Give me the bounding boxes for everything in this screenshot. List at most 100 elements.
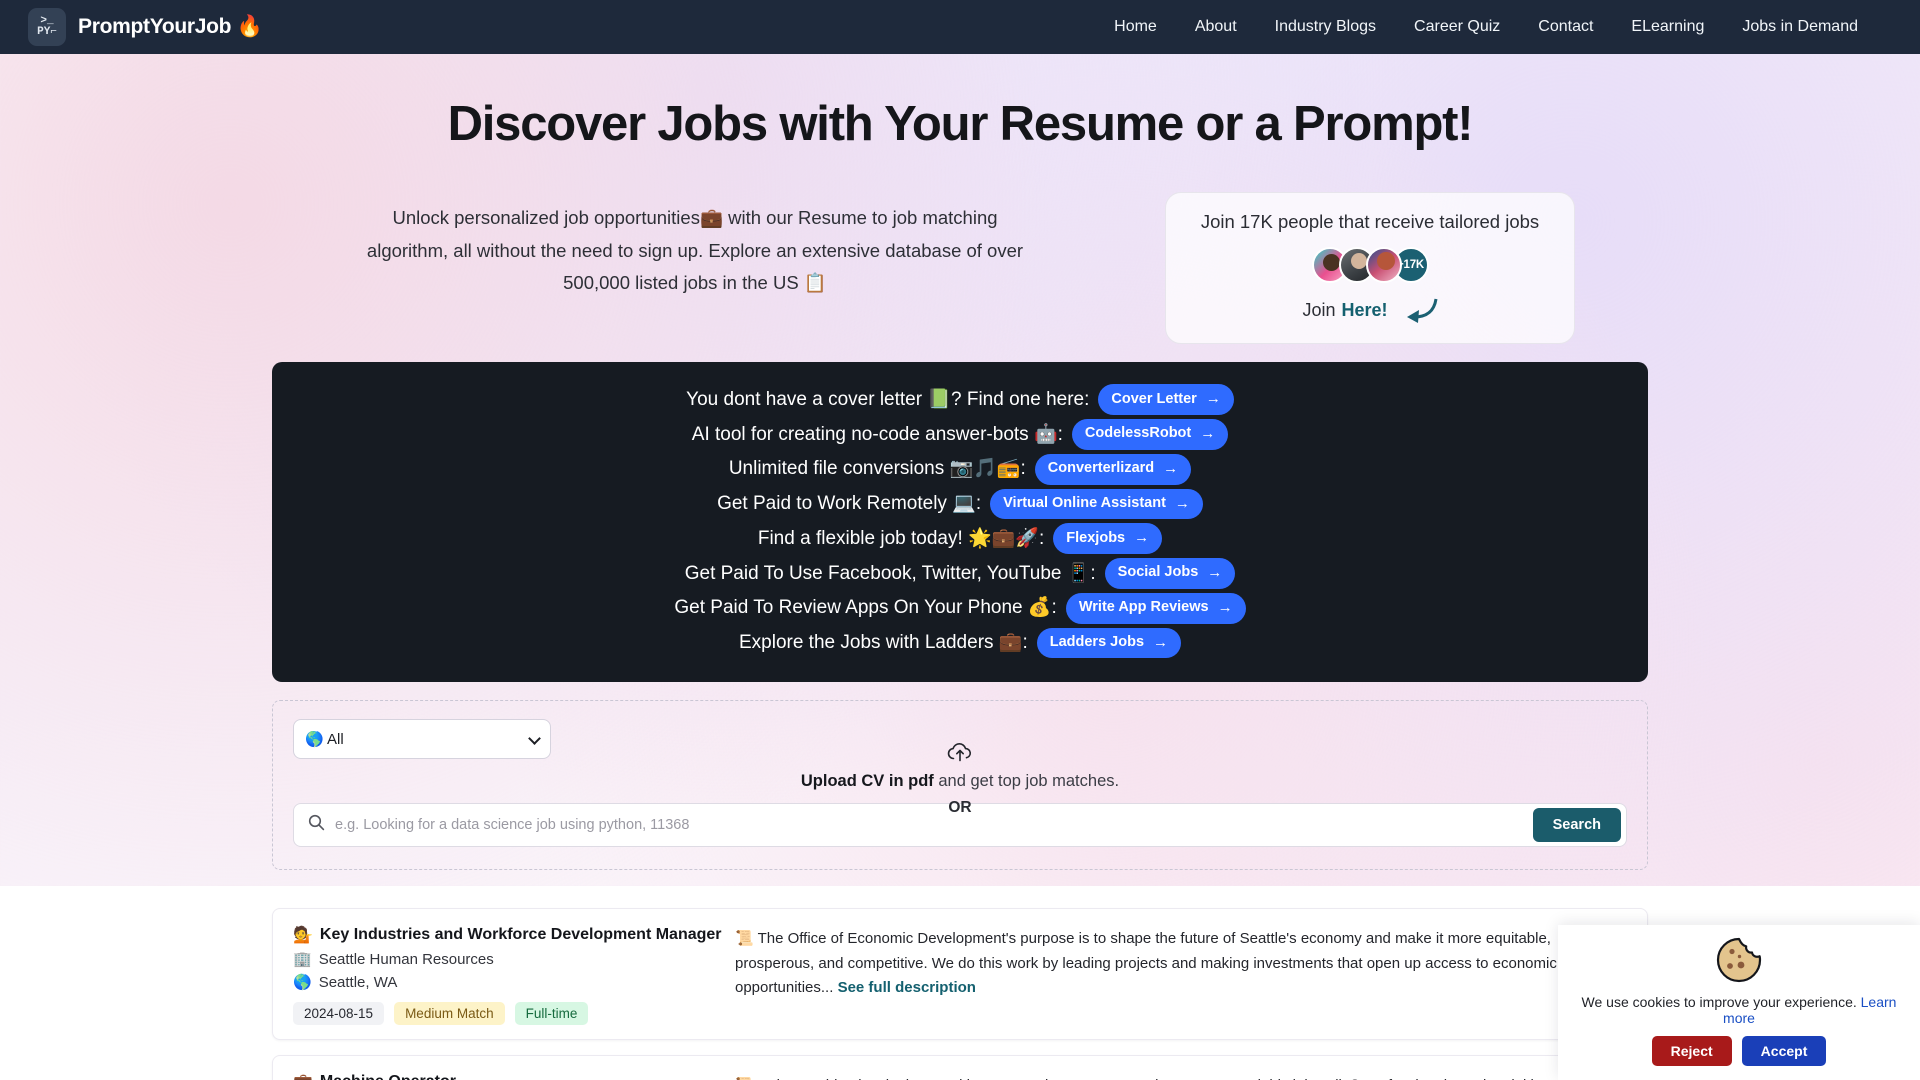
promo-row: Explore the Jobs with Ladders 💼: Ladders… bbox=[272, 627, 1648, 659]
search-bar[interactable]: Search bbox=[293, 803, 1627, 848]
avatar-group: +17K bbox=[1186, 247, 1554, 284]
arrow-right-icon: → bbox=[1205, 390, 1221, 408]
job-type-badge: Full-time bbox=[514, 1002, 589, 1026]
job-title-text: Key Industries and Workforce Development… bbox=[319, 926, 722, 944]
job-date-badge: 2024-08-15 bbox=[293, 1002, 385, 1026]
chip-label: Cover Letter bbox=[1111, 390, 1197, 407]
chip-label: CodelessRobot bbox=[1084, 425, 1192, 442]
job-location-text: Seattle, WA bbox=[318, 973, 398, 991]
logo-icon: >_ PY⌐ bbox=[28, 8, 66, 46]
brand[interactable]: >_ PY⌐ PromptYourJob 🔥 bbox=[28, 8, 263, 46]
promo-row: Unlimited file conversions 📷🎵📻: Converte… bbox=[272, 453, 1648, 485]
job-location: 🌎 Seattle, WA bbox=[293, 973, 723, 992]
hero-subtitle-line-3: 500,000 listed jobs in the US 📋 bbox=[563, 272, 827, 294]
nav-link-home[interactable]: Home bbox=[1114, 18, 1157, 36]
cookie-icon bbox=[1572, 935, 1906, 990]
cookie-message-text: We use cookies to improve your experienc… bbox=[1581, 994, 1861, 1010]
chip-label: Write App Reviews bbox=[1078, 599, 1209, 616]
person-icon: 💁 bbox=[293, 927, 313, 945]
nav-link-career-quiz[interactable]: Career Quiz bbox=[1414, 18, 1500, 36]
promo-chip-write-app-reviews[interactable]: Write App Reviews → bbox=[1065, 592, 1246, 624]
upload-cv-rest: and get top job matches. bbox=[933, 772, 1120, 791]
globe-icon: 🌎 bbox=[293, 974, 312, 992]
nav-link-contact[interactable]: Contact bbox=[1538, 18, 1593, 36]
promo-text: AI tool for creating no-code answer-bots… bbox=[691, 423, 1063, 445]
nav-links: Home About Industry Blogs Career Quiz Co… bbox=[1114, 18, 1892, 36]
hero-subtitle-line-2: algorithm, all without the need to sign … bbox=[366, 239, 1024, 261]
hero-row: Unlock personalized job opportunities💼 w… bbox=[0, 192, 1920, 345]
cookie-consent-banner: We use cookies to improve your experienc… bbox=[1558, 925, 1920, 1080]
building-icon: 🏢 bbox=[293, 951, 312, 969]
top-navbar: >_ PY⌐ PromptYourJob 🔥 Home About Indust… bbox=[0, 0, 1920, 54]
curved-arrow-icon bbox=[1404, 297, 1438, 324]
promo-chip-converterlizard[interactable]: Converterlizard → bbox=[1034, 453, 1192, 485]
nav-link-elearning[interactable]: ELearning bbox=[1631, 18, 1704, 36]
promo-chip-flexjobs[interactable]: Flexjobs → bbox=[1053, 523, 1163, 555]
search-panel: 🌎 All Upload CV in pdf and get top job m… bbox=[272, 700, 1648, 871]
job-summary: 💼 Machine Operator 🏢 Kelly 🌎 Kinderhook,… bbox=[293, 1072, 723, 1080]
job-title[interactable]: 💁 Key Industries and Workforce Developme… bbox=[293, 925, 723, 945]
cookie-message: We use cookies to improve your experienc… bbox=[1572, 994, 1906, 1026]
promo-row: AI tool for creating no-code answer-bots… bbox=[272, 419, 1648, 450]
promo-banner: You dont have a cover letter 📗? Find one… bbox=[272, 362, 1648, 683]
nav-link-jobs-in-demand[interactable]: Jobs in Demand bbox=[1742, 18, 1858, 36]
promo-chip-virtual-online-assistant[interactable]: Virtual Online Assistant → bbox=[990, 488, 1203, 520]
see-full-description-link[interactable]: See full description bbox=[838, 979, 976, 996]
job-card[interactable]: 💼 Machine Operator 🏢 Kelly 🌎 Kinderhook,… bbox=[272, 1055, 1648, 1080]
chip-label: Social Jobs bbox=[1117, 564, 1199, 581]
promo-row: Get Paid To Review Apps On Your Phone 💰:… bbox=[272, 592, 1648, 624]
search-input[interactable] bbox=[335, 817, 1533, 834]
cloud-upload-icon[interactable] bbox=[947, 741, 973, 768]
arrow-right-icon: → bbox=[1200, 425, 1216, 443]
scroll-icon: 📜 bbox=[735, 930, 754, 948]
promo-chip-cover-letter[interactable]: Cover Letter → bbox=[1098, 384, 1234, 416]
country-select[interactable]: 🌎 All bbox=[293, 719, 551, 760]
job-results-list: 💁 Key Industries and Workforce Developme… bbox=[272, 908, 1648, 1080]
arrow-right-icon: → bbox=[1134, 529, 1150, 547]
page-title: Discover Jobs with Your Resume or a Prom… bbox=[447, 97, 1474, 151]
promo-chip-codelessrobot[interactable]: CodelessRobot → bbox=[1071, 419, 1229, 450]
chip-label: Flexjobs bbox=[1066, 529, 1126, 546]
promo-row: Find a flexible job today! 🌟💼🚀: Flexjobs… bbox=[272, 523, 1648, 555]
join-community-card: Join 17K people that receive tailored jo… bbox=[1165, 192, 1575, 345]
logo-line-2: PY⌐ bbox=[37, 26, 57, 38]
promo-row: Get Paid to Work Remotely 💻: Virtual Onl… bbox=[272, 488, 1648, 520]
promo-text: Get Paid To Use Facebook, Twitter, YouTu… bbox=[684, 562, 1096, 584]
arrow-right-icon: → bbox=[1174, 494, 1190, 512]
chip-label: Ladders Jobs bbox=[1049, 633, 1145, 650]
job-card[interactable]: 💁 Key Industries and Workforce Developme… bbox=[272, 908, 1648, 1041]
accept-button[interactable]: Accept bbox=[1741, 1036, 1827, 1066]
page-root: >_ PY⌐ PromptYourJob 🔥 Home About Indust… bbox=[0, 0, 1920, 1080]
promo-chip-social-jobs[interactable]: Social Jobs → bbox=[1104, 558, 1236, 589]
nav-link-industry-blogs[interactable]: Industry Blogs bbox=[1275, 18, 1376, 36]
chip-label: Virtual Online Assistant bbox=[1003, 494, 1166, 511]
hero-subtitle-line-1: Unlock personalized job opportunities💼 w… bbox=[392, 207, 998, 229]
job-company: 🏢 Seattle Human Resources bbox=[293, 950, 723, 969]
search-button[interactable]: Search bbox=[1532, 808, 1621, 843]
job-description: 📜 'Job searching is a lot better with so… bbox=[723, 1072, 1627, 1080]
promo-row: Get Paid To Use Facebook, Twitter, YouTu… bbox=[272, 558, 1648, 589]
join-here-row: Join Here! bbox=[1186, 297, 1554, 324]
job-tags: 2024-08-15 Medium Match Full-time bbox=[293, 1002, 723, 1026]
job-title[interactable]: 💼 Machine Operator bbox=[293, 1072, 723, 1080]
promo-text: Explore the Jobs with Ladders 💼: bbox=[738, 632, 1028, 654]
promo-text: Get Paid To Review Apps On Your Phone 💰: bbox=[674, 597, 1057, 619]
join-label: Join bbox=[1302, 299, 1336, 320]
promo-text: Get Paid to Work Remotely 💻: bbox=[717, 493, 982, 515]
arrow-right-icon: → bbox=[1153, 633, 1169, 651]
promo-text: Find a flexible job today! 🌟💼🚀: bbox=[757, 527, 1045, 549]
upload-cv-strong[interactable]: Upload CV in pdf bbox=[801, 772, 934, 790]
nav-link-about[interactable]: About bbox=[1195, 18, 1237, 36]
job-company-text: Seattle Human Resources bbox=[318, 950, 494, 968]
arrow-right-icon: → bbox=[1163, 459, 1179, 477]
chip-label: Converterlizard bbox=[1047, 460, 1155, 477]
join-here-link[interactable]: Here! bbox=[1342, 300, 1388, 321]
arrow-right-icon: → bbox=[1207, 564, 1223, 582]
hero-subtitle: Unlock personalized job opportunities💼 w… bbox=[345, 192, 1045, 299]
hero-section: Discover Jobs with Your Resume or a Prom… bbox=[0, 54, 1920, 886]
promo-chip-ladders-jobs[interactable]: Ladders Jobs → bbox=[1036, 627, 1182, 659]
upload-cv-label: Upload CV in pdf and get top job matches… bbox=[273, 772, 1647, 791]
avatar bbox=[1365, 247, 1402, 284]
reject-button[interactable]: Reject bbox=[1651, 1036, 1732, 1066]
join-card-title: Join 17K people that receive tailored jo… bbox=[1200, 211, 1540, 233]
